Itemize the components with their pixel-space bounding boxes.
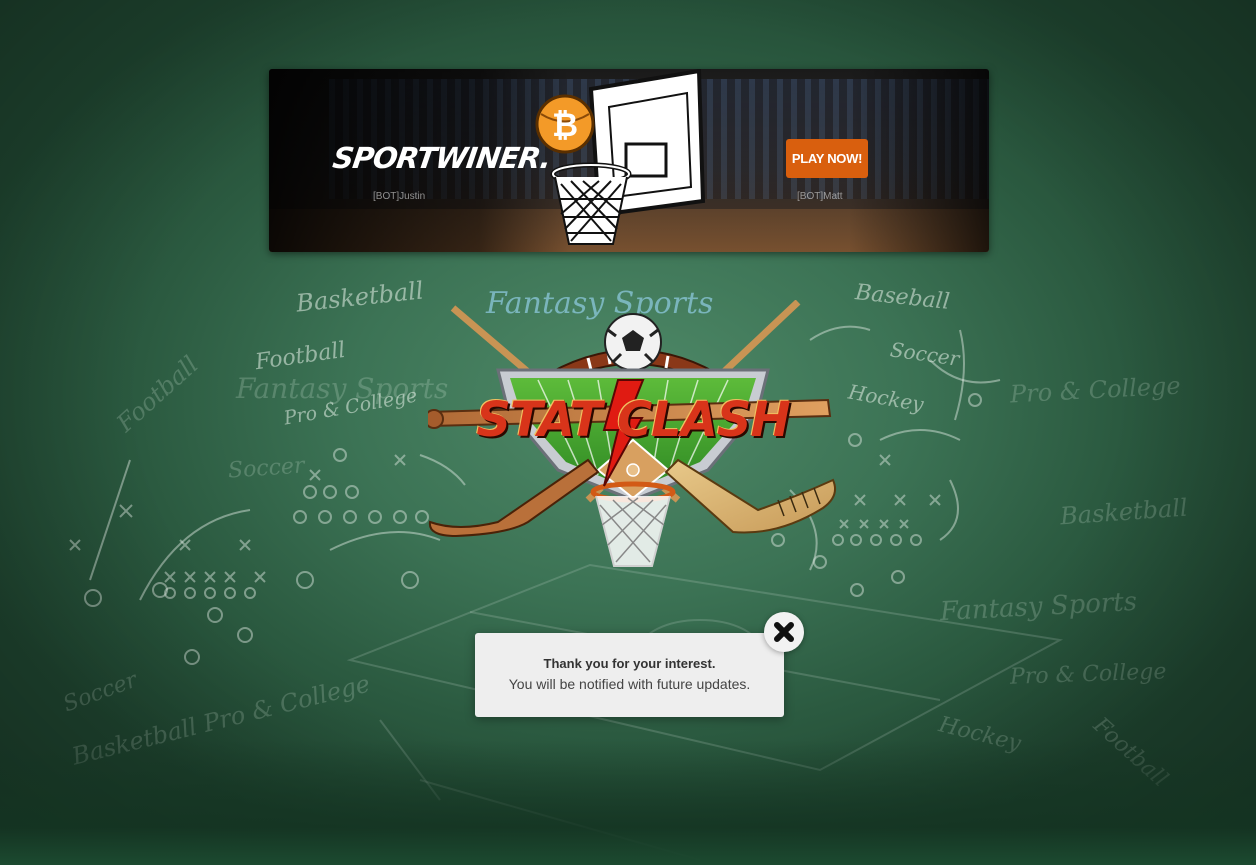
hoop-illustration: ₿ <box>531 69 711 252</box>
close-notification-button[interactable] <box>764 612 804 652</box>
banner-shade-right <box>849 69 989 252</box>
logo-title-wrap: STAT CLASH <box>428 392 838 448</box>
play-now-button[interactable]: PLAY NOW! <box>786 139 868 178</box>
bottom-shade <box>0 740 1256 865</box>
notification-toast: Thank you for your interest. You will be… <box>475 633 784 717</box>
notification-title: Thank you for your interest. <box>543 656 716 671</box>
svg-text:₿: ₿ <box>552 106 578 144</box>
close-icon <box>774 622 794 642</box>
player-label-right: [BOT]Matt <box>797 191 843 202</box>
player-label-left: [BOT]Justin <box>373 191 426 202</box>
basketball-hoop-icon: ₿ <box>535 69 706 245</box>
sportwiner-ad-banner[interactable]: [BOT]Justin [BOT]Matt SPORTWINER. ₿ PLAY… <box>269 69 989 252</box>
stat-clash-title: STAT CLASH <box>476 392 790 448</box>
chalk-word: Soccer <box>227 453 306 484</box>
sportwiner-logo: SPORTWINER. <box>330 141 553 175</box>
stat-clash-logo: STAT CLASH <box>424 299 838 572</box>
notification-message: You will be notified with future updates… <box>508 676 751 692</box>
